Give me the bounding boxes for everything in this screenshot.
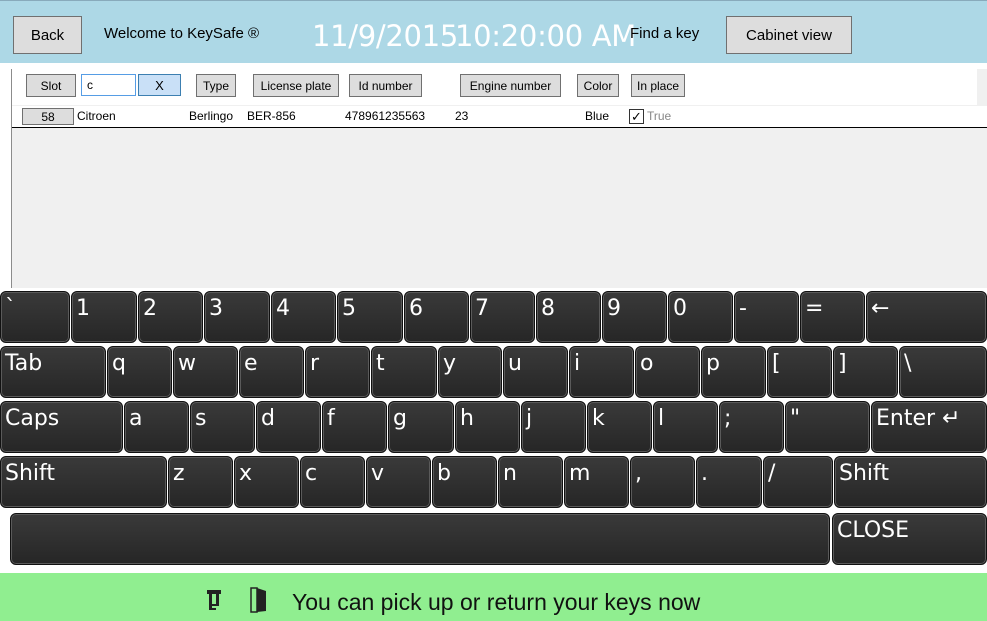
key-caps[interactable]: Caps (0, 401, 123, 453)
find-key-label: Find a key (630, 25, 700, 42)
key-f[interactable]: f (322, 401, 387, 453)
welcome-text: Welcome to KeySafe ® (104, 25, 260, 42)
key-o[interactable]: o (635, 346, 700, 398)
keysafe-window: Back Welcome to KeySafe ® 11/9/2015 10:2… (0, 0, 987, 621)
header-bar: Back Welcome to KeySafe ® 11/9/2015 10:2… (0, 0, 987, 63)
key-z[interactable]: z (168, 456, 233, 508)
key-symbol8[interactable]: , (630, 456, 695, 508)
key-n[interactable]: n (498, 456, 563, 508)
license-plate-cell: BER-856 (247, 109, 296, 123)
key-v[interactable]: v (366, 456, 431, 508)
time-display: 10:20:00 AM (455, 19, 637, 53)
key-symbol10[interactable]: / (763, 456, 833, 508)
key-symbol12[interactable]: = (800, 291, 865, 343)
key-m[interactable]: m (564, 456, 629, 508)
key-space[interactable] (10, 513, 830, 565)
key-8[interactable]: 8 (536, 291, 601, 343)
key-7[interactable]: 7 (470, 291, 535, 343)
key-1[interactable]: 1 (71, 291, 137, 343)
color-cell: Blue (585, 109, 610, 123)
key-shift[interactable]: Shift (0, 456, 167, 508)
in-place-checkbox[interactable]: ✓ (629, 109, 644, 124)
date-display: 11/9/2015 (312, 19, 458, 53)
key-g[interactable]: g (388, 401, 454, 453)
key-icon (207, 590, 221, 610)
slot-cell-button[interactable]: 58 (22, 108, 74, 125)
key-symbol13[interactable]: \ (899, 346, 987, 398)
key-symbol9[interactable]: . (696, 456, 762, 508)
key-e[interactable]: e (239, 346, 304, 398)
in-place-text: True (647, 109, 672, 123)
key-symbol11[interactable]: " (785, 401, 870, 453)
back-button[interactable]: Back (13, 16, 82, 54)
filter-clear-button[interactable]: X (138, 74, 181, 96)
table-row[interactable]: 58 Citroen Berlingo BER-856 478961235563… (12, 106, 987, 128)
key-symbol10[interactable]: ; (719, 401, 784, 453)
key-l[interactable]: l (653, 401, 718, 453)
key-6[interactable]: 6 (404, 291, 469, 343)
key-symbol11[interactable]: - (734, 291, 799, 343)
key-2[interactable]: 2 (138, 291, 203, 343)
grid-header: Slot c X Type License plate Id number En… (12, 69, 977, 106)
key-shift[interactable]: Shift (834, 456, 987, 508)
key-d[interactable]: d (256, 401, 321, 453)
door-icon (250, 587, 266, 613)
key-grid: Slot c X Type License plate Id number En… (11, 69, 987, 288)
key-9[interactable]: 9 (602, 291, 667, 343)
key-b[interactable]: b (432, 456, 497, 508)
key-y[interactable]: y (438, 346, 502, 398)
key-t[interactable]: t (371, 346, 437, 398)
key-r[interactable]: r (305, 346, 370, 398)
license-plate-column-button[interactable]: License plate (253, 74, 339, 97)
key-s[interactable]: s (190, 401, 255, 453)
key-i[interactable]: i (569, 346, 634, 398)
key-5[interactable]: 5 (337, 291, 403, 343)
key-h[interactable]: h (455, 401, 520, 453)
id-number-cell: 478961235563 (345, 109, 426, 123)
key-symbol13[interactable]: ← (866, 291, 987, 343)
key-symbol12[interactable]: ] (833, 346, 898, 398)
make-cell: Citroen (77, 109, 116, 123)
color-column-button[interactable]: Color (577, 74, 619, 97)
id-number-column-button[interactable]: Id number (349, 74, 422, 97)
key-c[interactable]: c (300, 456, 365, 508)
status-bar: You can pick up or return your keys now (0, 573, 987, 621)
on-screen-keyboard: ` 1 2 3 4 5 6 7 8 9 0- = ← Tab q w e r t y u i o p[] \ Caps a s d f g h… (0, 288, 987, 571)
key-0[interactable]: 0 (668, 291, 733, 343)
key-x[interactable]: x (234, 456, 299, 508)
filter-input[interactable]: c (81, 74, 136, 96)
key-w[interactable]: w (173, 346, 238, 398)
cabinet-view-button[interactable]: Cabinet view (726, 16, 852, 54)
key-q[interactable]: q (107, 346, 172, 398)
type-cell: Berlingo (189, 109, 234, 123)
keyboard-close-button[interactable]: CLOSE (832, 513, 987, 565)
slot-column-button[interactable]: Slot (26, 74, 76, 97)
in-place-column-button[interactable]: In place (631, 74, 685, 97)
key-3[interactable]: 3 (204, 291, 270, 343)
engine-number-cell: 23 (455, 109, 469, 123)
key-j[interactable]: j (521, 401, 586, 453)
key-symbol11[interactable]: [ (767, 346, 832, 398)
key-symbol0[interactable]: ` (0, 291, 70, 343)
engine-number-column-button[interactable]: Engine number (460, 74, 561, 97)
key-4[interactable]: 4 (271, 291, 336, 343)
key-tab[interactable]: Tab (0, 346, 106, 398)
key-u[interactable]: u (503, 346, 568, 398)
type-column-button[interactable]: Type (196, 74, 236, 97)
key-k[interactable]: k (587, 401, 652, 453)
key-p[interactable]: p (701, 346, 766, 398)
key-enter[interactable]: Enter ↵ (871, 401, 987, 453)
key-a[interactable]: a (124, 401, 189, 453)
status-message: You can pick up or return your keys now (292, 589, 701, 615)
